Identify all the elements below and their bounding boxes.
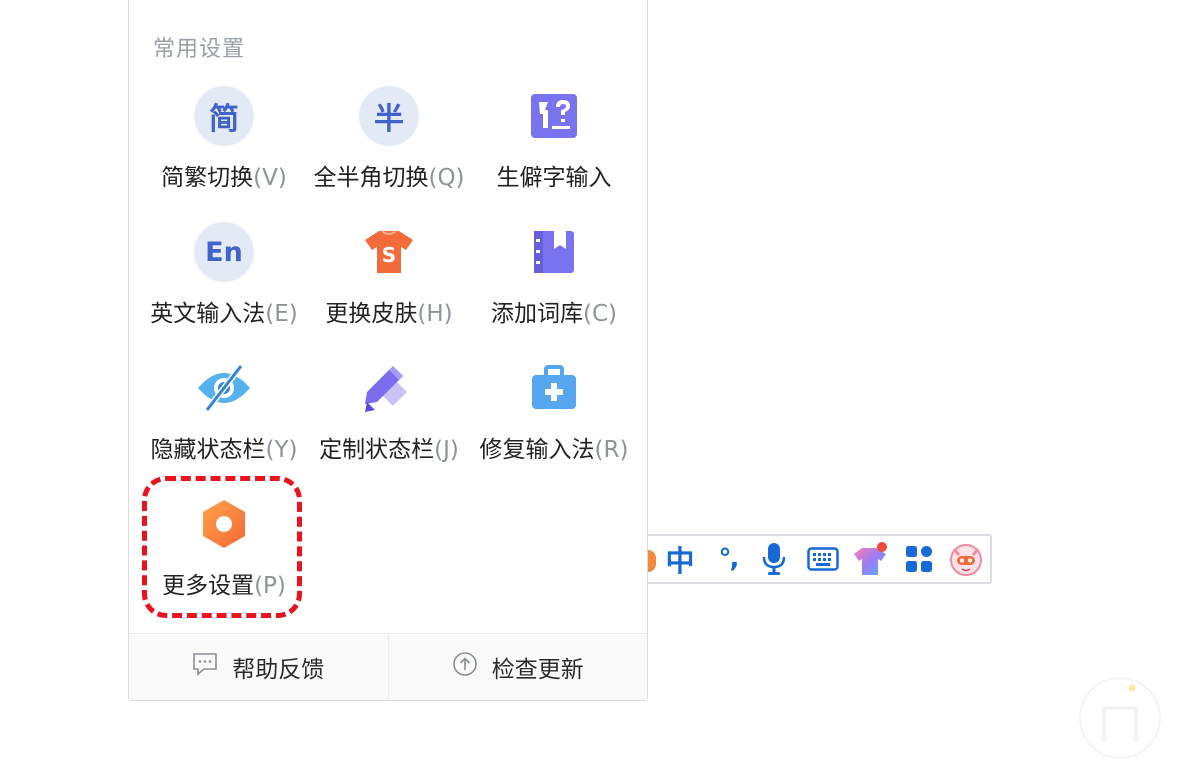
menu-item-label: 隐藏状态栏(Y) — [150, 437, 298, 463]
status-bar-edge — [648, 550, 656, 572]
english-input-icon: En — [194, 222, 254, 282]
toolbox-grid-icon[interactable] — [899, 539, 939, 579]
menu-item-label: 生僻字输入 — [496, 165, 612, 191]
check-update-button[interactable]: 检查更新 — [387, 634, 648, 700]
more-settings-hex-icon — [194, 494, 254, 554]
traditional-simplified-icon: 简 — [194, 86, 254, 146]
arrow-up-circle-icon — [452, 651, 478, 683]
menu-item-label: 全半角切换(Q) — [313, 165, 465, 191]
microphone-icon[interactable] — [754, 539, 794, 579]
mascot-avatar-icon[interactable] — [946, 539, 986, 579]
menu-item-rare-character[interactable]: 生僻字输入 — [471, 86, 637, 198]
skin-shirt-icon: S — [359, 222, 419, 282]
svg-text:S: S — [382, 243, 396, 267]
full-half-width-icon: 半 — [359, 86, 419, 146]
menu-item-repair-input[interactable]: 修复输入法(R) — [471, 358, 637, 470]
settings-menu: 常用设置 简 简繁切换(V) 半 全半角切换(Q) 生僻字输入 En 英文输入法… — [128, 0, 648, 701]
menu-item-label: 英文输入法(E) — [150, 301, 298, 327]
section-title: 常用设置 — [153, 37, 246, 62]
help-feedback-button[interactable]: 帮助反馈 — [129, 634, 388, 700]
menu-item-label: 简繁切换(V) — [161, 165, 287, 191]
menu-item-label: 修复输入法(R) — [479, 437, 629, 463]
menu-item-more-settings[interactable]: 更多设置(P) — [141, 494, 307, 606]
keyboard-icon[interactable] — [803, 539, 843, 579]
punctuation-icon[interactable]: °, — [708, 539, 748, 579]
menu-item-label: 定制状态栏(J) — [319, 437, 459, 463]
menu-item-add-dictionary[interactable]: 添加词库(C) — [471, 222, 637, 334]
menu-item-customize-status-bar[interactable]: 定制状态栏(J) — [306, 358, 472, 470]
chat-bubble-icon — [192, 651, 218, 683]
menu-item-traditional-simplified[interactable]: 简 简繁切换(V) — [141, 86, 307, 198]
dictionary-icon — [524, 222, 584, 282]
menu-item-label: 添加词库(C) — [490, 301, 617, 327]
customize-pencil-icon — [359, 358, 419, 418]
menu-item-label: 更多设置(P) — [162, 573, 286, 599]
watermark-decoration — [1072, 672, 1168, 762]
rare-character-icon — [524, 86, 584, 146]
chinese-mode-icon[interactable]: 中 — [660, 539, 700, 579]
menu-footer: 帮助反馈 检查更新 — [129, 633, 647, 700]
repair-kit-icon — [524, 358, 584, 418]
check-update-label: 检查更新 — [491, 657, 584, 683]
menu-item-english-input[interactable]: En 英文输入法(E) — [141, 222, 307, 334]
menu-item-change-skin[interactable]: S 更换皮肤(H) — [306, 222, 472, 334]
help-feedback-label: 帮助反馈 — [232, 657, 325, 683]
menu-item-hide-status-bar[interactable]: 隐藏状态栏(Y) — [141, 358, 307, 470]
hide-eye-icon — [194, 358, 254, 418]
menu-item-label: 更换皮肤(H) — [325, 301, 453, 327]
menu-item-full-half-width[interactable]: 半 全半角切换(Q) — [306, 86, 472, 198]
skin-shirt-icon[interactable] — [851, 539, 891, 579]
ime-status-bar: 中 °, — [648, 534, 992, 584]
